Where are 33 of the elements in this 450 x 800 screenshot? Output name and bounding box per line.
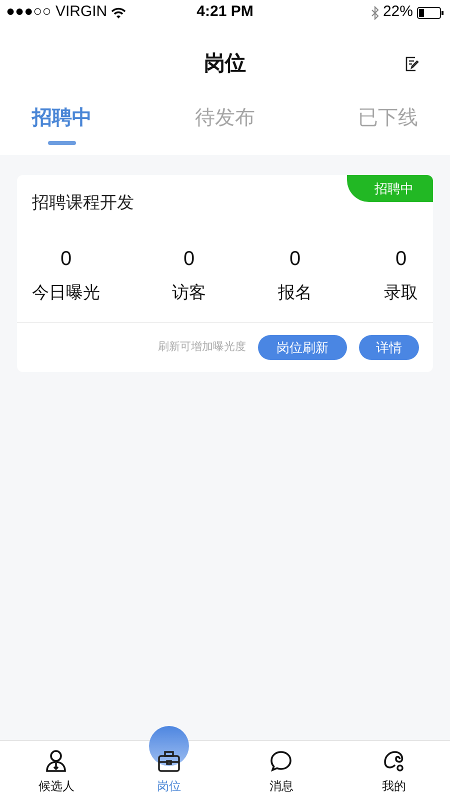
stat-value: 0 [183, 246, 195, 272]
hint-text: 刷新可增加曝光度 [158, 340, 246, 356]
tab[interactable]: 待发布 [195, 103, 255, 133]
stat-label: 今日曝光 [32, 282, 100, 304]
stat-label: 报名 [278, 282, 312, 304]
battery-percent: 22% [382, 2, 413, 22]
stat-value: 0 [289, 246, 301, 272]
clock-text: 4:21 PM [196, 2, 254, 22]
battery-icon [416, 6, 444, 18]
stat-value: 0 [60, 246, 72, 272]
wifi-icon [111, 6, 126, 18]
refresh-button[interactable]: 岗位刷新 [258, 335, 347, 360]
nav-tab[interactable]: 消息 [225, 719, 338, 800]
chat-bubble-icon [269, 749, 294, 773]
page-title: 岗位 [204, 51, 246, 78]
nav-tab[interactable]: 我的 [338, 719, 450, 800]
swirl-icon [382, 749, 406, 773]
details-button[interactable]: 详情 [359, 335, 419, 360]
job-title: 招聘课程开发 [32, 192, 135, 214]
nav-tab[interactable]: 候选人 [0, 719, 112, 800]
status-badge: 招聘中 [347, 175, 433, 202]
stat-label: 录取 [384, 282, 418, 304]
stat-label: 访客 [172, 282, 206, 304]
briefcase-icon [156, 749, 181, 773]
nav-tab[interactable]: 岗位 [112, 719, 225, 800]
edit-icon[interactable] [404, 56, 420, 72]
bluetooth-icon [370, 6, 379, 20]
tab[interactable]: 已下线 [358, 103, 418, 133]
stat-value: 0 [395, 246, 407, 272]
tab[interactable]: 招聘中 [32, 103, 92, 133]
carrier-text: ●●●○○ VIRGIN [6, 2, 108, 22]
tab-indicator [48, 141, 76, 145]
person-icon [44, 749, 68, 773]
